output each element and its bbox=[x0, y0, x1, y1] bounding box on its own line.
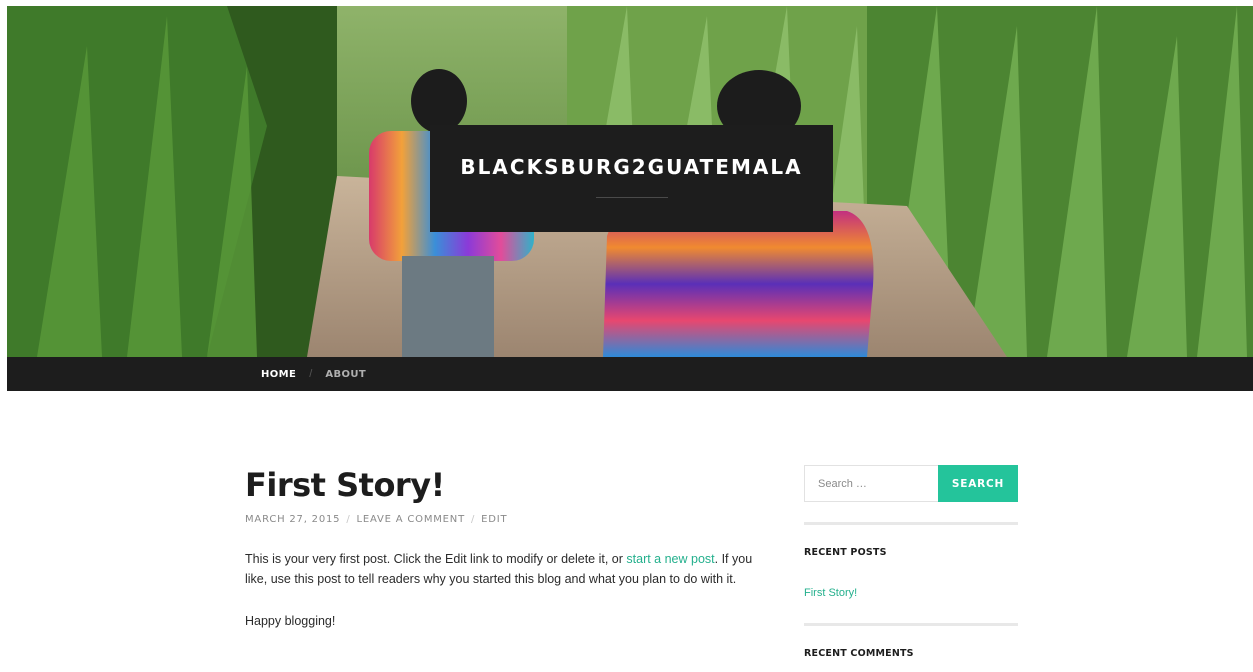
nav-item-home[interactable]: HOME bbox=[261, 369, 296, 380]
recent-comments-title: RECENT COMMENTS bbox=[804, 648, 914, 659]
nav-item-about[interactable]: ABOUT bbox=[325, 369, 366, 380]
site-title-box: BLACKSBURG2GUATEMALA bbox=[430, 125, 833, 232]
title-divider bbox=[596, 197, 668, 198]
post-content: This is your very first post. Click the … bbox=[245, 549, 765, 631]
recent-posts-list: First Story! bbox=[804, 558, 1018, 601]
search-input[interactable] bbox=[804, 465, 938, 502]
body-text-before: This is your very first post. Click the … bbox=[245, 552, 627, 566]
post-paragraph: This is your very first post. Click the … bbox=[245, 549, 765, 589]
recent-post-link[interactable]: First Story! bbox=[804, 587, 857, 599]
main-nav: HOME / ABOUT bbox=[7, 357, 1253, 391]
site-title[interactable]: BLACKSBURG2GUATEMALA bbox=[430, 155, 833, 179]
post-meta: MARCH 27, 2015 / LEAVE A COMMENT / EDIT bbox=[245, 514, 765, 525]
leave-comment-link[interactable]: LEAVE A COMMENT bbox=[357, 514, 465, 525]
edit-link[interactable]: EDIT bbox=[481, 514, 507, 525]
post-date[interactable]: MARCH 27, 2015 bbox=[245, 514, 340, 525]
list-item: First Story! bbox=[804, 583, 1018, 601]
nav-menu: HOME / ABOUT bbox=[261, 357, 366, 391]
header-image: BLACKSBURG2GUATEMALA bbox=[7, 6, 1253, 357]
sidebar: SEARCH RECENT POSTS First Story! RECENT … bbox=[804, 465, 1018, 659]
post-closing: Happy blogging! bbox=[245, 614, 336, 628]
nav-separator: / bbox=[309, 368, 313, 380]
recent-posts-title: RECENT POSTS bbox=[804, 547, 887, 558]
start-new-post-link[interactable]: start a new post bbox=[626, 552, 714, 566]
meta-separator: / bbox=[470, 514, 476, 525]
post: First Story! MARCH 27, 2015 / LEAVE A COMM… bbox=[245, 462, 765, 653]
meta-separator: / bbox=[346, 514, 351, 525]
search-form: SEARCH bbox=[804, 465, 1018, 502]
search-button[interactable]: SEARCH bbox=[938, 465, 1018, 502]
post-title[interactable]: First Story! bbox=[245, 462, 765, 508]
